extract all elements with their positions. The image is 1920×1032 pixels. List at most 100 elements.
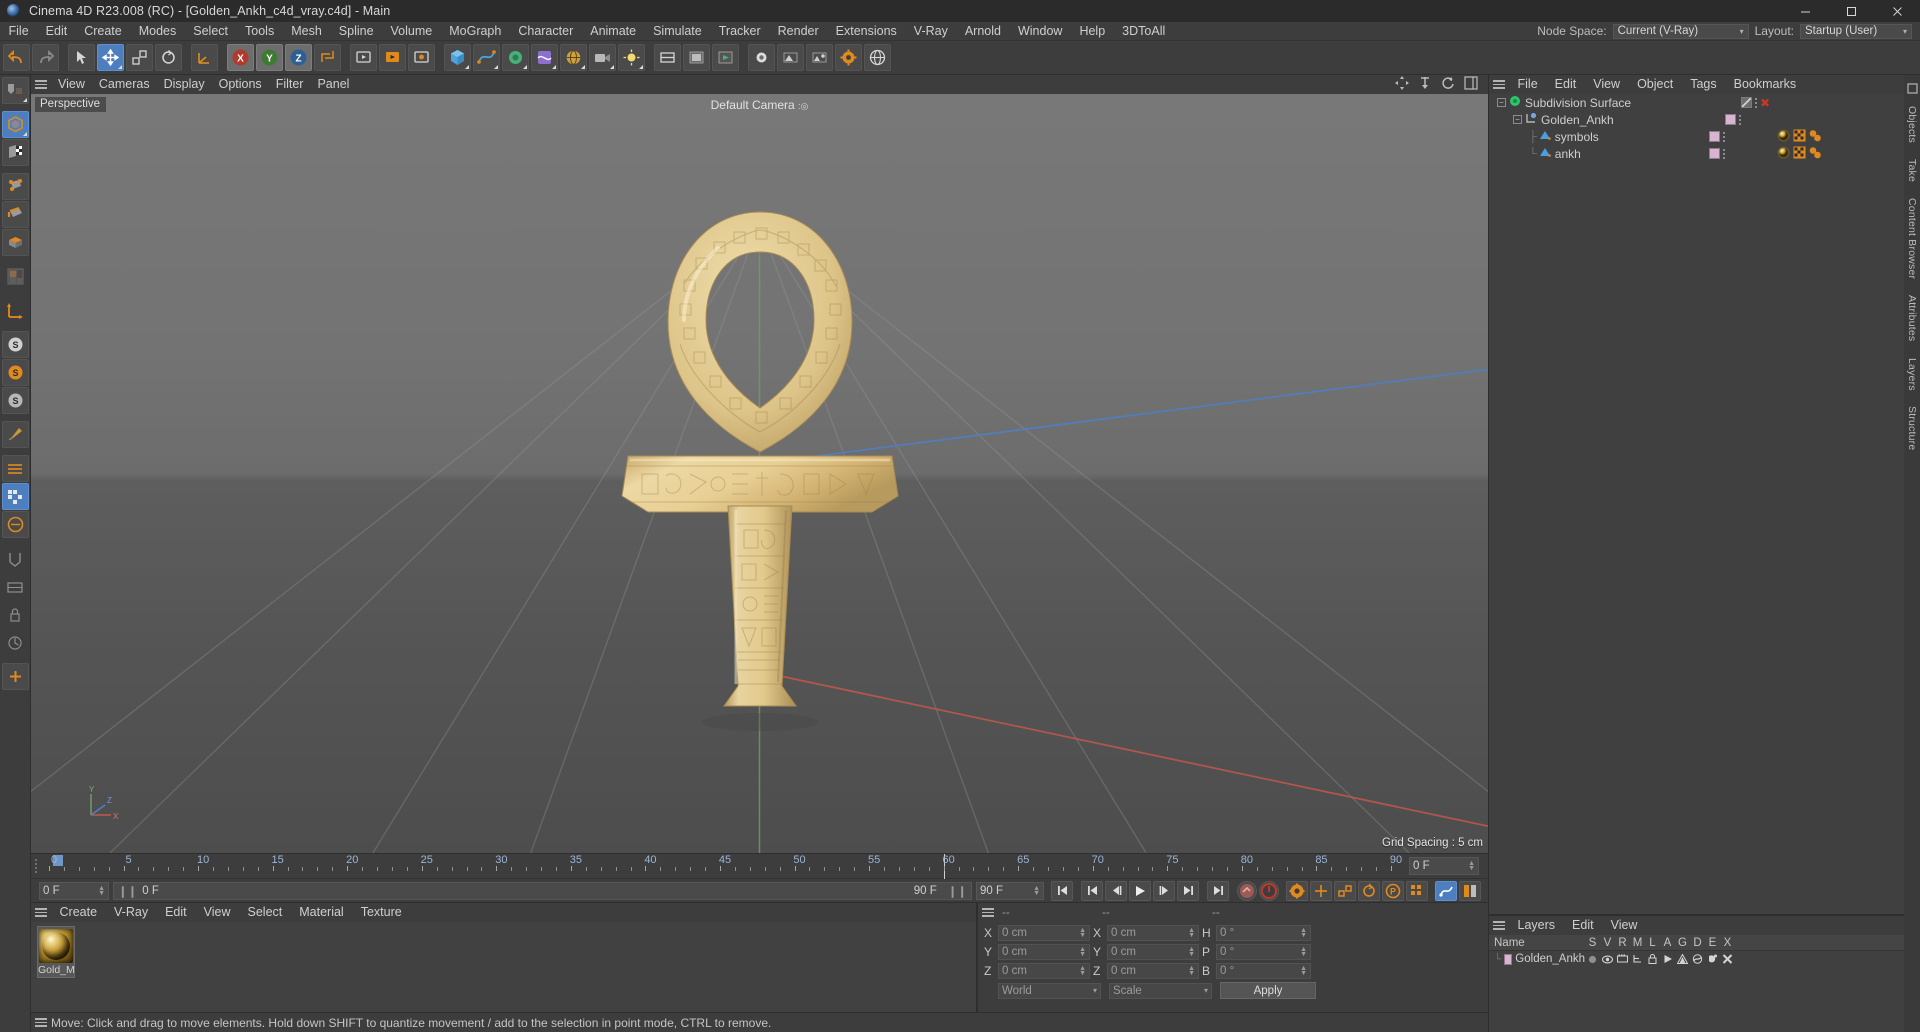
add-light-button[interactable]: [618, 44, 645, 71]
texture-mode-button[interactable]: [1, 139, 29, 166]
menu-vray[interactable]: V-Ray: [905, 22, 956, 41]
material-menu-create[interactable]: Create: [51, 903, 106, 922]
uv-tool-button[interactable]: [1, 511, 29, 538]
vray-settings-button[interactable]: [835, 44, 862, 71]
object-row-ankh[interactable]: └ ankh: [1489, 145, 1904, 162]
layer-menu-layers[interactable]: Layers: [1509, 916, 1564, 935]
go-to-next-key-button[interactable]: [1177, 880, 1199, 901]
menu-create[interactable]: Create: [76, 22, 131, 41]
step-forward-button[interactable]: [1153, 880, 1175, 901]
animation-mode-button[interactable]: [1435, 880, 1457, 901]
menu-select[interactable]: Select: [185, 22, 237, 41]
vray-material-button[interactable]: [777, 44, 804, 71]
material-menu-edit[interactable]: Edit: [157, 903, 196, 922]
paint-tool-button[interactable]: [1, 421, 29, 448]
tab-content-browser[interactable]: Content Browser: [1905, 190, 1919, 287]
go-to-previous-key-button[interactable]: [1081, 880, 1103, 901]
layout-dropdown[interactable]: Startup (User) ▾: [1800, 23, 1912, 39]
add-spline-button[interactable]: [473, 44, 500, 71]
phong-tag-icon[interactable]: [1809, 146, 1822, 162]
vray-frame-buffer-button[interactable]: [683, 44, 710, 71]
viewport-menu-view[interactable]: View: [51, 75, 92, 94]
chevron-down-icon[interactable]: ▾: [1088, 987, 1097, 995]
spinner-icon[interactable]: ▲ ▼: [1028, 885, 1040, 897]
layer-generator-toggle[interactable]: [1675, 954, 1690, 964]
material-tag-sphere-icon[interactable]: [1777, 129, 1790, 145]
workplane-button[interactable]: [2, 573, 29, 600]
keyframe-selection-button[interactable]: [1286, 880, 1308, 901]
menu-arnold[interactable]: Arnold: [956, 22, 1009, 41]
coord-input-rot-b[interactable]: 0 ° ▲ ▼: [1216, 963, 1311, 979]
coord-apply-button[interactable]: Apply: [1220, 982, 1316, 999]
add-camera-button[interactable]: [589, 44, 616, 71]
spinner-icon[interactable]: ▲ ▼: [1463, 860, 1475, 872]
layer-menu-view[interactable]: View: [1602, 916, 1646, 935]
render-view-button[interactable]: [350, 44, 377, 71]
menu-3dtoall[interactable]: 3DToAll: [1114, 22, 1174, 41]
tag-dots-icon[interactable]: [1723, 148, 1725, 159]
lock-x-axis-button[interactable]: X: [227, 44, 254, 71]
layer-animation-toggle[interactable]: [1660, 954, 1675, 964]
rotate-tool-button[interactable]: [155, 44, 182, 71]
tab-objects[interactable]: Objects: [1905, 98, 1919, 151]
menu-modes[interactable]: Modes: [130, 22, 185, 41]
layer-list[interactable]: └ Golden_Ankh: [1489, 951, 1904, 1032]
spinner-icon[interactable]: ▲ ▼: [1295, 946, 1307, 958]
viewport-menu-cameras[interactable]: Cameras: [92, 75, 157, 94]
menu-file[interactable]: File: [0, 22, 37, 41]
world-object-axis-button[interactable]: [2, 297, 29, 324]
add-environment-button[interactable]: [560, 44, 587, 71]
coord-input-size-z[interactable]: 0 cm ▲ ▼: [1107, 963, 1199, 979]
viewport-menu-filter[interactable]: Filter: [269, 75, 311, 94]
vray-proxy-button[interactable]: [806, 44, 833, 71]
coord-input-pos-x[interactable]: 0 cm ▲ ▼: [998, 925, 1090, 941]
menu-tracker[interactable]: Tracker: [710, 22, 769, 41]
viewport-menu-options[interactable]: Options: [212, 75, 269, 94]
expand-toggle-icon[interactable]: −: [1513, 115, 1522, 124]
sculpt-grab-button[interactable]: S: [1, 387, 29, 414]
coord-input-size-y[interactable]: 0 cm ▲ ▼: [1107, 944, 1199, 960]
web-help-button[interactable]: [864, 44, 891, 71]
display-tag-icon[interactable]: [1741, 97, 1752, 108]
object-menu-icon[interactable]: [1489, 75, 1509, 94]
object-row-golden-ankh[interactable]: − Golden_Ankh: [1489, 111, 1904, 128]
polygon-mode-button[interactable]: [1, 229, 29, 256]
coord-input-rot-p[interactable]: 0 ° ▲ ▼: [1216, 944, 1311, 960]
record-active-objects-button[interactable]: [1237, 880, 1257, 901]
material-item-gold[interactable]: Gold_MA: [37, 926, 75, 978]
weight-tool-button[interactable]: [1, 483, 29, 510]
point-mode-button[interactable]: [1, 173, 29, 200]
autokeying-button[interactable]: [1259, 880, 1279, 901]
layer-deformer-toggle[interactable]: [1690, 954, 1705, 964]
material-menu-select[interactable]: Select: [239, 903, 291, 922]
spinner-icon[interactable]: ▲ ▼: [1295, 927, 1307, 939]
coordinate-system-button[interactable]: [314, 44, 341, 71]
material-menu-view[interactable]: View: [195, 903, 239, 922]
material-tag-icon[interactable]: [1725, 114, 1736, 125]
delete-icon[interactable]: ✖: [1760, 97, 1770, 109]
node-space-dropdown[interactable]: Current (V-Ray) ▾: [1612, 23, 1749, 39]
uvw-tag-icon[interactable]: [1793, 146, 1806, 162]
sculpt-symmetry-button[interactable]: S: [1, 331, 29, 358]
coord-input-rot-h[interactable]: 0 ° ▲ ▼: [1216, 925, 1311, 941]
tab-layers[interactable]: Layers: [1905, 350, 1919, 399]
coord-input-pos-y[interactable]: 0 cm ▲ ▼: [998, 944, 1090, 960]
world-axis-button[interactable]: [191, 44, 218, 71]
material-tag-icon[interactable]: [1709, 148, 1720, 159]
coord-mode-dropdown[interactable]: Scale ▾: [1109, 982, 1212, 999]
menu-mograph[interactable]: MoGraph: [441, 22, 510, 41]
menu-extensions[interactable]: Extensions: [827, 22, 905, 41]
menu-help[interactable]: Help: [1071, 22, 1114, 41]
menu-render[interactable]: Render: [769, 22, 827, 41]
timeline-right-frame-field[interactable]: 0 F ▲ ▼: [1409, 857, 1479, 875]
material-list[interactable]: Gold_MA: [31, 922, 976, 1012]
edge-mode-button[interactable]: [1, 201, 29, 228]
chevron-down-icon[interactable]: ▾: [1199, 987, 1208, 995]
menu-tools[interactable]: Tools: [237, 22, 283, 41]
menu-character[interactable]: Character: [510, 22, 582, 41]
object-menu-object[interactable]: Object: [1629, 75, 1682, 94]
menu-edit[interactable]: Edit: [37, 22, 76, 41]
parameter-key-button[interactable]: P: [1382, 880, 1404, 901]
material-tag-icon[interactable]: [1709, 131, 1720, 142]
layer-solo-toggle[interactable]: [1585, 955, 1600, 964]
